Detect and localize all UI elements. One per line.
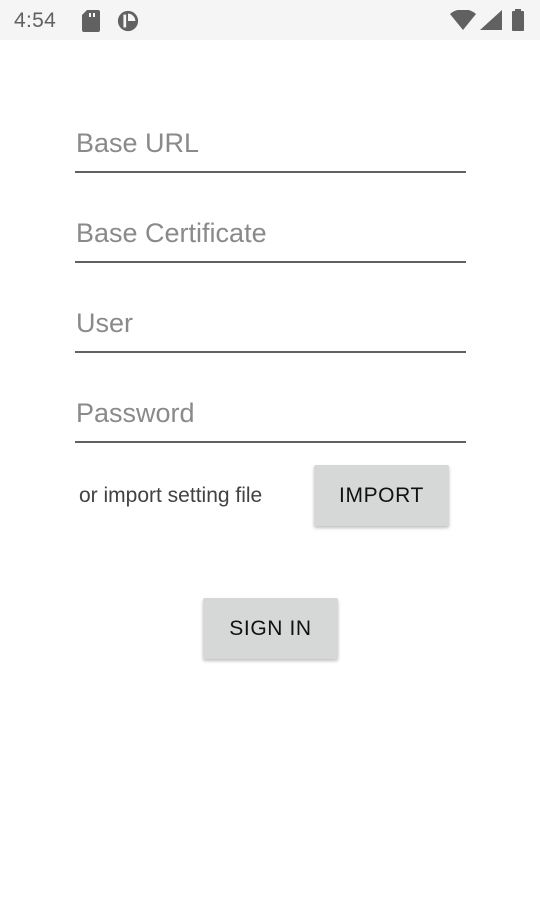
import-button[interactable]: IMPORT	[314, 465, 449, 526]
password-input[interactable]	[75, 393, 466, 443]
sd-card-icon	[82, 10, 100, 37]
status-time: 4:54	[14, 9, 57, 32]
user-input[interactable]	[75, 303, 466, 353]
status-bar: 4:54	[0, 0, 540, 40]
sign-in-button[interactable]: SIGN IN	[203, 598, 338, 659]
user-field[interactable]	[75, 303, 466, 353]
base-certificate-input[interactable]	[75, 213, 466, 263]
password-field[interactable]	[75, 393, 466, 443]
base-url-field[interactable]	[75, 123, 466, 173]
base-url-input[interactable]	[75, 123, 466, 173]
import-hint-text: or import setting file	[79, 484, 263, 507]
wifi-icon	[450, 9, 476, 35]
base-certificate-field[interactable]	[75, 213, 466, 263]
pie-icon	[116, 10, 140, 37]
signal-icon	[480, 10, 502, 35]
battery-icon	[512, 9, 524, 36]
